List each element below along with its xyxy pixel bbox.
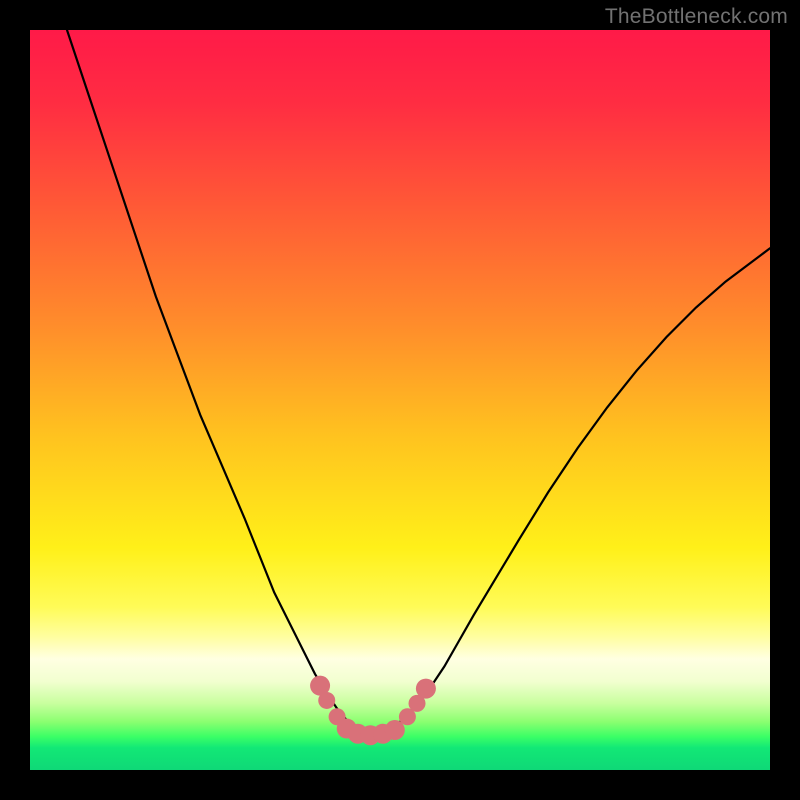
marker-dot [318, 692, 335, 709]
bottom-dots [310, 676, 436, 746]
watermark-text: TheBottleneck.com [605, 5, 788, 29]
right-curve [400, 248, 770, 722]
left-curve [67, 30, 348, 722]
marker-dot [416, 679, 436, 699]
chart-frame: TheBottleneck.com [0, 0, 800, 800]
plot-area [30, 30, 770, 770]
curves-layer [30, 30, 770, 770]
